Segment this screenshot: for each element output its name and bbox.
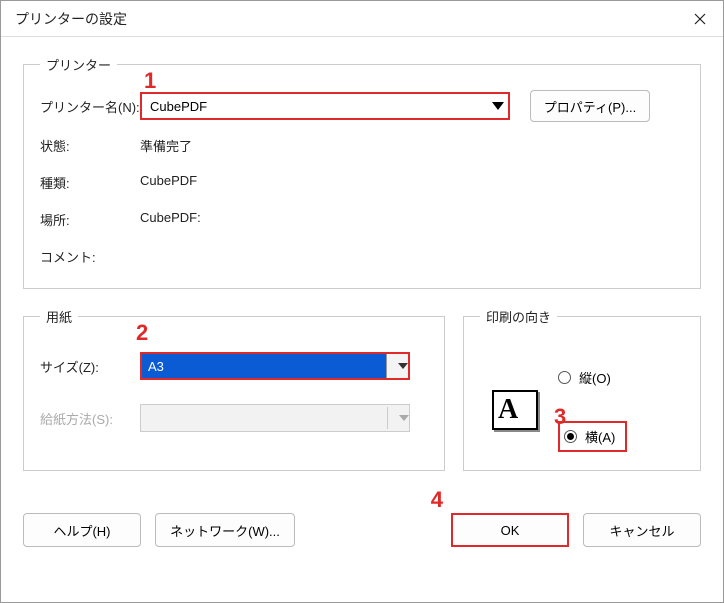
paper-source-label: 給紙方法(S): xyxy=(40,409,140,428)
paper-group: 用紙 2 サイズ(Z): A3 給紙方法(S): xyxy=(23,307,445,471)
annotation-4: 4 xyxy=(431,487,443,513)
cancel-button[interactable]: キャンセル xyxy=(583,513,701,547)
paper-size-value: A3 xyxy=(142,354,386,378)
printer-name-combobox[interactable]: CubePDF xyxy=(140,92,510,120)
paper-group-legend: 用紙 xyxy=(40,307,78,326)
orientation-preview-icon: A xyxy=(492,390,538,430)
orientation-portrait-label: 縦(O) xyxy=(579,368,611,387)
type-label: 種類: xyxy=(40,173,140,192)
titlebar: プリンターの設定 xyxy=(1,1,723,37)
chevron-down-icon xyxy=(387,407,409,429)
annotation-2: 2 xyxy=(136,320,148,346)
comment-label: コメント: xyxy=(40,247,140,266)
printer-name-value: CubePDF xyxy=(150,99,207,114)
chevron-down-icon xyxy=(492,102,504,110)
location-label: 場所: xyxy=(40,210,140,229)
paper-source-combobox xyxy=(140,404,410,432)
orientation-landscape-label: 横(A) xyxy=(585,427,615,446)
orientation-group-legend: 印刷の向き xyxy=(480,307,557,326)
orientation-portrait-radio[interactable]: 縦(O) xyxy=(558,368,627,387)
orientation-group: 印刷の向き A 3 縦(O) 横(A) xyxy=(463,307,701,471)
window-title: プリンターの設定 xyxy=(15,9,127,29)
close-icon xyxy=(694,13,706,25)
status-value: 準備完了 xyxy=(140,136,192,155)
paper-size-combobox[interactable]: A3 xyxy=(140,352,410,380)
printer-group-legend: プリンター xyxy=(40,55,117,74)
ok-button[interactable]: OK xyxy=(451,513,569,547)
paper-size-label: サイズ(Z): xyxy=(40,357,140,376)
location-value: CubePDF: xyxy=(140,210,201,229)
type-value: CubePDF xyxy=(140,173,197,192)
radio-checked-icon xyxy=(564,430,577,443)
radio-icon xyxy=(558,371,571,384)
printer-name-label: プリンター名(N): xyxy=(40,97,140,116)
status-label: 状態: xyxy=(40,136,140,155)
orientation-landscape-radio[interactable]: 横(A) xyxy=(558,421,627,452)
network-button[interactable]: ネットワーク(W)... xyxy=(155,513,295,547)
chevron-down-icon xyxy=(386,354,408,378)
print-setup-dialog: プリンターの設定 プリンター 1 プリンター名(N): CubePDF プロパテ… xyxy=(0,0,724,603)
close-button[interactable] xyxy=(677,1,723,37)
help-button[interactable]: ヘルプ(H) xyxy=(23,513,141,547)
printer-group: プリンター 1 プリンター名(N): CubePDF プロパティ(P)... 状… xyxy=(23,55,701,289)
properties-button[interactable]: プロパティ(P)... xyxy=(530,90,650,122)
